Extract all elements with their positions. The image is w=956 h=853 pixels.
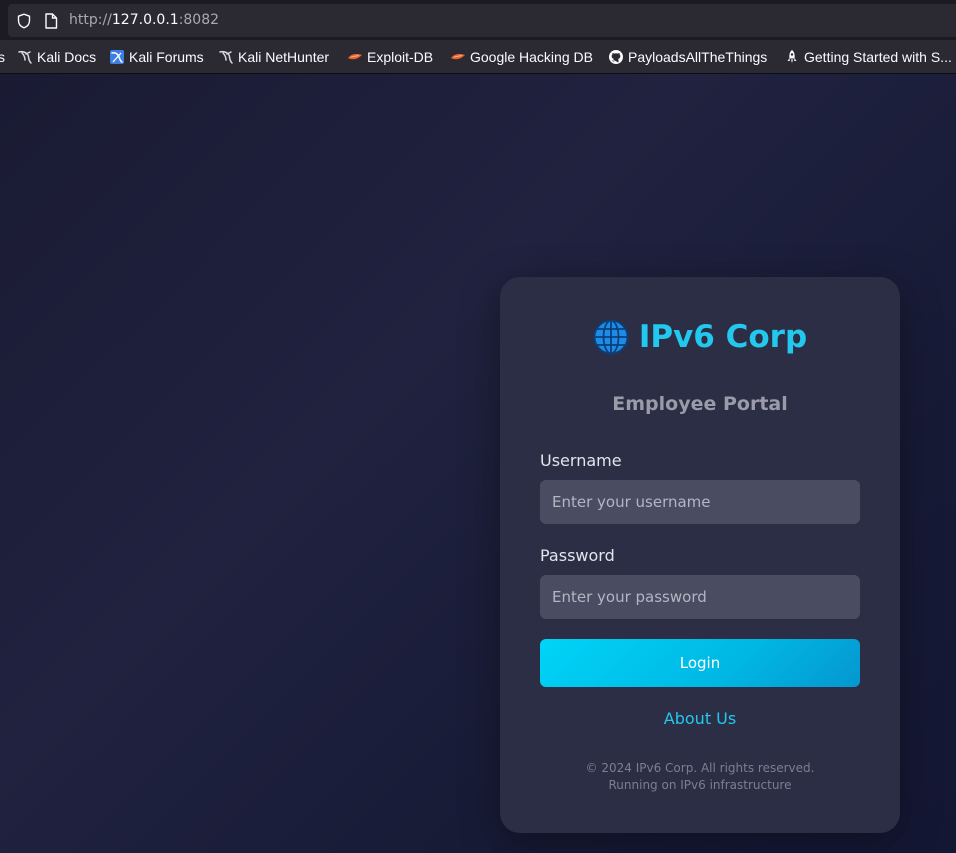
kali-forums-icon [110, 50, 124, 64]
page-info-icon[interactable] [44, 13, 58, 29]
url-text[interactable]: http://127.0.0.1:8082 [69, 12, 219, 28]
footer: © 2024 IPv6 Corp. All rights reserved. R… [500, 760, 900, 794]
bookmark-label: Getting Started with S... [804, 49, 952, 65]
bookmark-kali-forums[interactable]: Kali Forums [109, 48, 204, 66]
about-us-link[interactable]: About Us [500, 709, 900, 728]
brand-title: IPv6 Corp [500, 319, 900, 355]
kali-dragon-icon [219, 50, 233, 64]
bookmark-google-hacking-db[interactable]: Google Hacking DB [450, 48, 593, 66]
bookmark-label: Kali NetHunter [238, 49, 330, 65]
password-label: Password [540, 546, 615, 565]
brand-name: IPv6 Corp [638, 319, 808, 355]
login-card: IPv6 Corp Employee Portal Username Passw… [500, 277, 900, 833]
url-port: :8082 [178, 12, 220, 28]
url-scheme: http:// [69, 12, 112, 28]
bookmark-kali-docs[interactable]: Kali Docs [17, 48, 96, 66]
bookmark-label: Google Hacking DB [470, 49, 593, 65]
bookmark-getting-started[interactable]: Getting Started with S... [784, 48, 952, 66]
bookmark-label: Exploit-DB [367, 49, 434, 65]
kali-dragon-icon [18, 50, 32, 64]
bookmark-label: Kali Forums [129, 49, 204, 65]
page-background: IPv6 Corp Employee Portal Username Passw… [0, 74, 956, 853]
url-host: 127.0.0.1 [111, 12, 179, 28]
username-label: Username [540, 451, 622, 470]
bookmark-exploit-db[interactable]: Exploit-DB [347, 48, 433, 66]
bookmark-item-partial[interactable]: s [0, 48, 5, 66]
username-input[interactable] [540, 480, 860, 524]
portal-subtitle: Employee Portal [612, 393, 788, 415]
bookmark-kali-nethunter[interactable]: Kali NetHunter [218, 48, 329, 66]
exploit-db-icon [348, 54, 362, 60]
address-bar-strip: http://127.0.0.1:8082 [0, 0, 956, 40]
bookmark-payloadsallthethings[interactable]: PayloadsAllTheThings [608, 48, 767, 66]
globe-icon [593, 319, 629, 355]
login-button[interactable]: Login [540, 639, 860, 687]
footer-infrastructure-note: Running on IPv6 infrastructure [608, 778, 792, 792]
bookmark-label: PayloadsAllTheThings [628, 49, 768, 65]
exploit-db-icon [451, 54, 465, 60]
bookmarks-toolbar: s Kali Docs Kali Forums Kali NetHunter E… [0, 40, 956, 74]
address-bar[interactable]: http://127.0.0.1:8082 [8, 4, 956, 37]
github-icon [609, 50, 623, 64]
password-input[interactable] [540, 575, 860, 619]
rocket-icon [787, 50, 797, 63]
tracking-shield-icon[interactable] [16, 13, 32, 29]
footer-copyright: © 2024 IPv6 Corp. All rights reserved. [585, 761, 815, 775]
bookmark-label: s [0, 49, 5, 65]
bookmark-label: Kali Docs [37, 49, 97, 65]
